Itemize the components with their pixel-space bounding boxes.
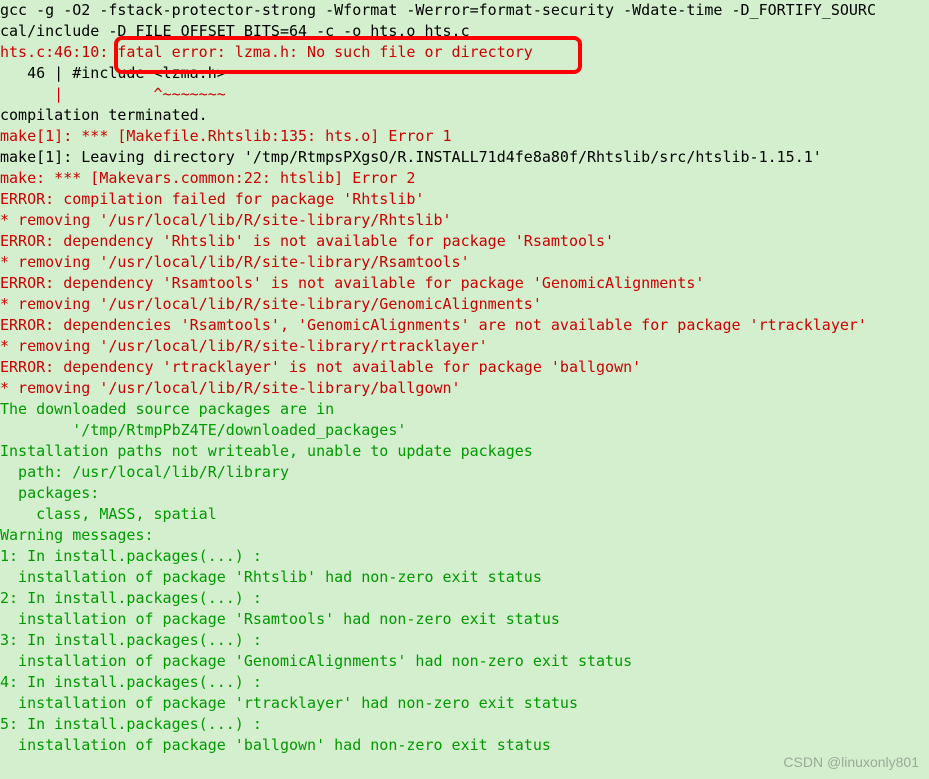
- terminal-text: 5: In install.packages(...) :: [0, 715, 262, 733]
- terminal-line: * removing '/usr/local/lib/R/site-librar…: [0, 210, 929, 231]
- terminal-text: * removing '/usr/local/lib/R/site-librar…: [0, 337, 488, 355]
- terminal-line: installation of package 'GenomicAlignmen…: [0, 651, 929, 672]
- terminal-line: make[1]: *** [Makefile.Rhtslib:135: hts.…: [0, 126, 929, 147]
- terminal-line: 4: In install.packages(...) :: [0, 672, 929, 693]
- terminal-text: installation of package 'GenomicAlignmen…: [0, 652, 632, 670]
- terminal-text: make: *** [Makevars.common:22: htslib] E…: [0, 169, 415, 187]
- terminal-line: cal/include -D_FILE_OFFSET_BITS=64 -c -o…: [0, 21, 929, 42]
- terminal-line: make: *** [Makevars.common:22: htslib] E…: [0, 168, 929, 189]
- terminal-text: hts.c:46:10:: [0, 43, 108, 61]
- terminal-line: compilation terminated.: [0, 105, 929, 126]
- terminal-line: 5: In install.packages(...) :: [0, 714, 929, 735]
- terminal-line: ERROR: dependency 'Rhtslib' is not avail…: [0, 231, 929, 252]
- terminal-line: installation of package 'Rsamtools' had …: [0, 609, 929, 630]
- terminal-text: 3: In install.packages(...) :: [0, 631, 262, 649]
- terminal-line: ERROR: dependencies 'Rsamtools', 'Genomi…: [0, 315, 929, 336]
- terminal-text: * removing '/usr/local/lib/R/site-librar…: [0, 211, 452, 229]
- terminal-text: installation of package 'rtracklayer' ha…: [0, 694, 578, 712]
- terminal-text: packages:: [0, 484, 99, 502]
- terminal-text: ERROR: dependency 'Rhtslib' is not avail…: [0, 232, 614, 250]
- terminal-text: The downloaded source packages are in: [0, 400, 334, 418]
- terminal-line: installation of package 'Rhtslib' had no…: [0, 567, 929, 588]
- terminal-line: packages:: [0, 483, 929, 504]
- terminal-text: 2: In install.packages(...) :: [0, 589, 262, 607]
- terminal-text: path: /usr/local/lib/R/library: [0, 463, 289, 481]
- terminal-line: path: /usr/local/lib/R/library: [0, 462, 929, 483]
- terminal-text: installation of package 'Rhtslib' had no…: [0, 568, 542, 586]
- terminal-output: gcc -g -O2 -fstack-protector-strong -Wfo…: [0, 0, 929, 756]
- terminal-line: * removing '/usr/local/lib/R/site-librar…: [0, 378, 929, 399]
- terminal-line: installation of package 'rtracklayer' ha…: [0, 693, 929, 714]
- terminal-line: The downloaded source packages are in: [0, 399, 929, 420]
- terminal-line: 1: In install.packages(...) :: [0, 546, 929, 567]
- terminal-line: hts.c:46:10: fatal error: lzma.h: No suc…: [0, 42, 929, 63]
- terminal-line: 46 | #include <lzma.h>: [0, 63, 929, 84]
- terminal-text: Installation paths not writeable, unable…: [0, 442, 533, 460]
- terminal-text: * removing '/usr/local/lib/R/site-librar…: [0, 379, 461, 397]
- terminal-text: 1: In install.packages(...) :: [0, 547, 262, 565]
- terminal-line: gcc -g -O2 -fstack-protector-strong -Wfo…: [0, 0, 929, 21]
- terminal-line: Installation paths not writeable, unable…: [0, 441, 929, 462]
- terminal-line: * removing '/usr/local/lib/R/site-librar…: [0, 336, 929, 357]
- terminal-line: ERROR: compilation failed for package 'R…: [0, 189, 929, 210]
- terminal-line: Warning messages:: [0, 525, 929, 546]
- terminal-line: make[1]: Leaving directory '/tmp/RtmpsPX…: [0, 147, 929, 168]
- terminal-line: ERROR: dependency 'Rsamtools' is not ava…: [0, 273, 929, 294]
- terminal-text: make[1]: Leaving directory '/tmp/RtmpsPX…: [0, 148, 822, 166]
- terminal-text: ERROR: compilation failed for package 'R…: [0, 190, 424, 208]
- terminal-text: class, MASS, spatial: [0, 505, 217, 523]
- terminal-text: | ^~~~~~~~: [0, 85, 226, 103]
- terminal-line: * removing '/usr/local/lib/R/site-librar…: [0, 294, 929, 315]
- terminal-line: | ^~~~~~~~: [0, 84, 929, 105]
- terminal-text: installation of package 'ballgown' had n…: [0, 736, 551, 754]
- terminal-line: '/tmp/RtmpPbZ4TE/downloaded_packages': [0, 420, 929, 441]
- terminal-text: ERROR: dependency 'rtracklayer' is not a…: [0, 358, 641, 376]
- terminal-line: class, MASS, spatial: [0, 504, 929, 525]
- watermark: CSDN @linuxonly801: [783, 753, 919, 773]
- terminal-text: cal/include -D_FILE_OFFSET_BITS=64 -c -o…: [0, 22, 470, 40]
- terminal-text: make[1]: *** [Makefile.Rhtslib:135: hts.…: [0, 127, 452, 145]
- terminal-text: ERROR: dependency 'Rsamtools' is not ava…: [0, 274, 704, 292]
- terminal-text: fatal error: lzma.h: No such file or dir…: [108, 43, 532, 61]
- terminal-text: 46 | #include <lzma.h>: [0, 64, 226, 82]
- terminal-text: * removing '/usr/local/lib/R/site-librar…: [0, 253, 470, 271]
- terminal-line: ERROR: dependency 'rtracklayer' is not a…: [0, 357, 929, 378]
- terminal-text: '/tmp/RtmpPbZ4TE/downloaded_packages': [0, 421, 406, 439]
- terminal-text: gcc -g -O2 -fstack-protector-strong -Wfo…: [0, 1, 876, 19]
- terminal-line: 3: In install.packages(...) :: [0, 630, 929, 651]
- terminal-line: 2: In install.packages(...) :: [0, 588, 929, 609]
- terminal-text: * removing '/usr/local/lib/R/site-librar…: [0, 295, 542, 313]
- terminal-text: compilation terminated.: [0, 106, 208, 124]
- terminal-text: installation of package 'Rsamtools' had …: [0, 610, 560, 628]
- terminal-text: ERROR: dependencies 'Rsamtools', 'Genomi…: [0, 316, 867, 334]
- terminal-text: 4: In install.packages(...) :: [0, 673, 262, 691]
- terminal-line: * removing '/usr/local/lib/R/site-librar…: [0, 252, 929, 273]
- terminal-text: Warning messages:: [0, 526, 154, 544]
